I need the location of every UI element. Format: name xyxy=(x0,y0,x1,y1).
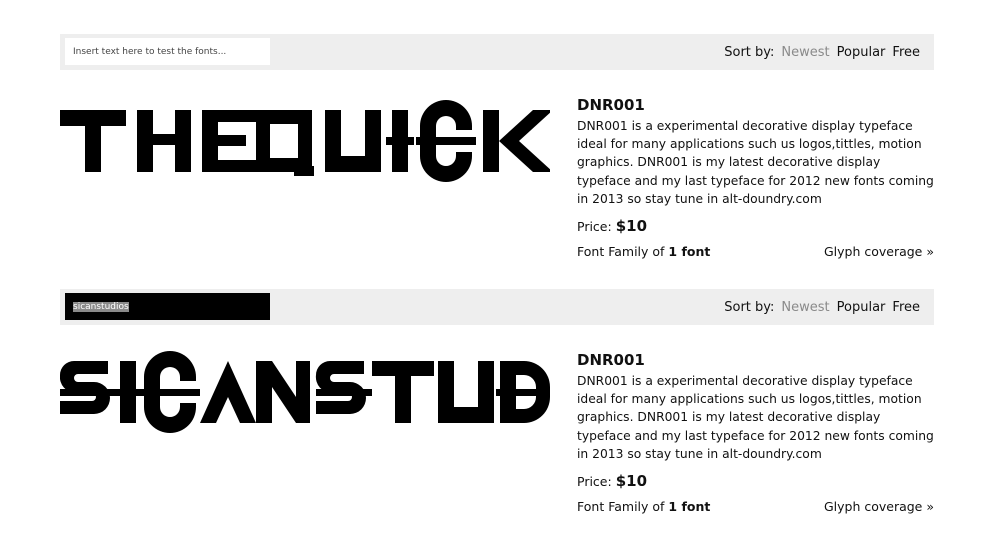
sort-controls: Sort by: Newest Popular Free xyxy=(724,34,920,70)
font-test-toolbar-1: Sort by: Newest Popular Free xyxy=(60,34,934,70)
price-label: Price: xyxy=(577,474,612,490)
sort-free[interactable]: Free xyxy=(892,300,920,315)
specimen-glyphs xyxy=(60,351,550,433)
font-meta-row: Font Family of 1 font Glyph coverage » xyxy=(577,244,934,259)
sort-newest[interactable]: Newest xyxy=(781,45,829,60)
font-specimen-preview xyxy=(60,90,550,200)
price-label: Price: xyxy=(577,219,612,235)
glyph-coverage-link[interactable]: Glyph coverage » xyxy=(824,499,934,514)
font-description: DNR001 is a experimental decorative disp… xyxy=(577,119,934,206)
font-description: DNR001 is a experimental decorative disp… xyxy=(577,374,934,461)
font-price: Price: $10 xyxy=(577,217,937,235)
sort-label: Sort by: xyxy=(724,44,775,60)
font-info-panel: DNR001 DNR001 is a experimental decorati… xyxy=(577,96,937,259)
sort-controls: Sort by: Newest Popular Free xyxy=(724,289,920,325)
font-title[interactable]: DNR001 xyxy=(577,96,937,114)
font-test-toolbar-2: Sort by: Newest Popular Free xyxy=(60,289,934,325)
price-value: $10 xyxy=(615,217,648,236)
price-value: $10 xyxy=(615,472,648,491)
family-prefix: Font Family of xyxy=(577,244,665,260)
sort-newest[interactable]: Newest xyxy=(781,300,829,315)
family-count: 1 font xyxy=(668,499,711,515)
specimen-glyphs xyxy=(60,100,550,182)
font-meta-row: Font Family of 1 font Glyph coverage » xyxy=(577,499,934,514)
glyph-coverage-link[interactable]: Glyph coverage » xyxy=(824,244,934,259)
sort-popular[interactable]: Popular xyxy=(837,300,886,315)
sort-popular[interactable]: Popular xyxy=(837,45,886,60)
family-prefix: Font Family of xyxy=(577,499,665,515)
font-specimen-preview xyxy=(60,345,550,455)
test-text-input[interactable] xyxy=(65,38,270,65)
font-title[interactable]: DNR001 xyxy=(577,351,937,369)
sort-label: Sort by: xyxy=(724,299,775,315)
font-family-info: Font Family of 1 font xyxy=(577,244,710,259)
test-text-input[interactable] xyxy=(65,293,270,320)
sort-free[interactable]: Free xyxy=(892,45,920,60)
font-family-info: Font Family of 1 font xyxy=(577,499,710,514)
font-price: Price: $10 xyxy=(577,472,937,490)
family-count: 1 font xyxy=(668,244,711,260)
font-info-panel: DNR001 DNR001 is a experimental decorati… xyxy=(577,351,937,514)
